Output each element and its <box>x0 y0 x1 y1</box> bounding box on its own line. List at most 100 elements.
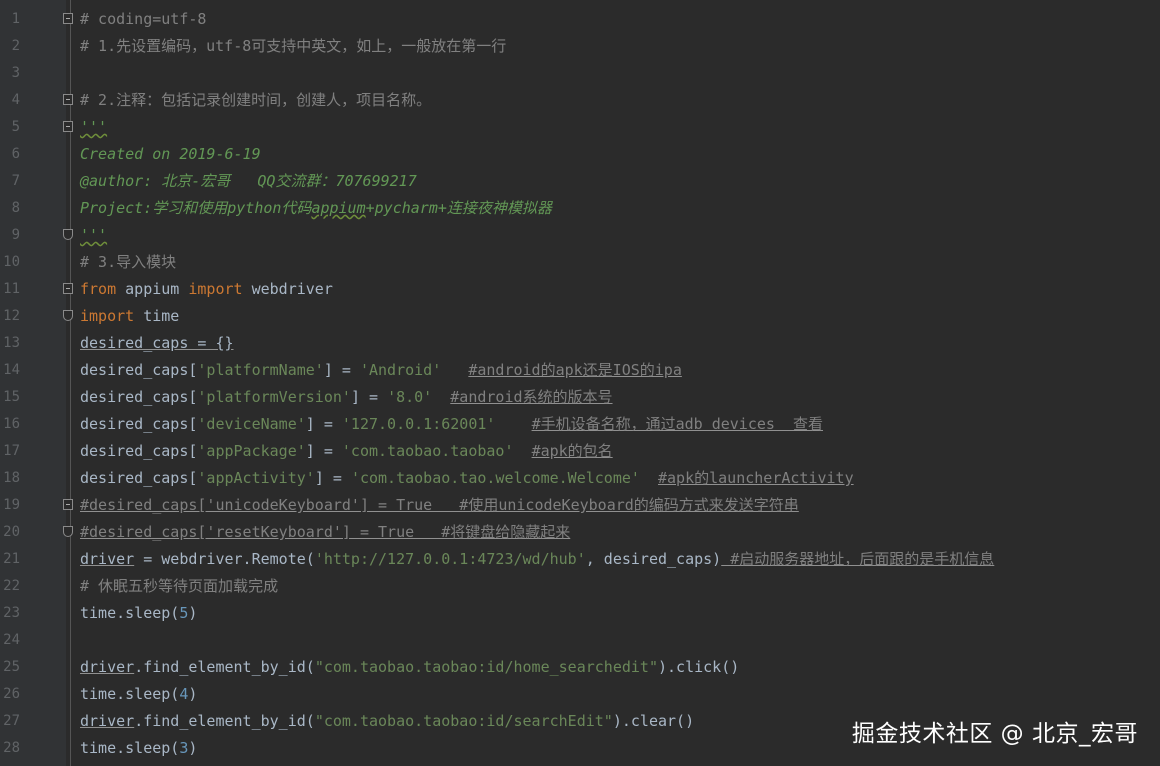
code-token: # coding=utf-8 <box>80 10 207 28</box>
line-number: 2 <box>11 38 20 54</box>
code-text[interactable]: # 3.导入模块 <box>80 249 176 276</box>
code-line[interactable]: 7 @author: 北京-宏哥 QQ交流群：707699217 <box>0 168 1160 195</box>
line-number: 4 <box>11 92 20 108</box>
code-line[interactable]: 15 desired_caps['platformVersion'] = '8.0… <box>0 384 1160 411</box>
code-token: # 3.导入模块 <box>80 253 177 271</box>
code-line[interactable]: 23 time.sleep(5) <box>0 600 1160 627</box>
code-text[interactable]: ''' <box>80 114 107 141</box>
code-text[interactable]: driver.find_element_by_id("com.taobao.ta… <box>80 654 739 681</box>
code-line[interactable]: 11 from appium import webdriver <box>0 276 1160 303</box>
code-token: 'platformName' <box>197 361 324 379</box>
fold-toggle-icon[interactable] <box>63 121 73 132</box>
fold-toggle-icon[interactable] <box>63 13 73 24</box>
code-token: ).click() <box>657 658 740 676</box>
line-number: 20 <box>3 524 20 540</box>
code-line[interactable]: 16 desired_caps['deviceName'] = '127.0.0.… <box>0 411 1160 438</box>
code-line[interactable]: 6 Created on 2019-6-19 <box>0 141 1160 168</box>
fold-toggle-icon[interactable] <box>63 94 73 105</box>
code-text[interactable]: desired_caps['appPackage'] = 'com.taobao… <box>80 438 613 465</box>
code-token: #apk的包名 <box>531 442 613 460</box>
line-number: 11 <box>3 281 20 297</box>
code-line[interactable]: 22 # 休眠五秒等待页面加载完成 <box>0 573 1160 600</box>
code-text[interactable]: desired_caps = {} <box>80 330 234 357</box>
code-token: ) <box>188 604 198 622</box>
line-number: 22 <box>3 578 20 594</box>
code-token: driver <box>80 658 135 676</box>
code-line[interactable]: 10 # 3.导入模块 <box>0 249 1160 276</box>
code-token: desired_caps[ <box>80 442 198 460</box>
code-text[interactable]: desired_caps['platformName'] = 'Android'… <box>80 357 682 384</box>
fold-toggle-icon[interactable] <box>63 499 73 510</box>
code-text[interactable]: # 1.先设置编码，utf-8可支持中英文，如上，一般放在第一行 <box>80 33 506 60</box>
code-line[interactable]: 2 # 1.先设置编码，utf-8可支持中英文，如上，一般放在第一行 <box>0 33 1160 60</box>
line-number: 16 <box>3 416 20 432</box>
line-number: 5 <box>11 119 20 135</box>
code-text[interactable]: driver.find_element_by_id("com.taobao.ta… <box>80 708 694 735</box>
line-number: 13 <box>3 335 20 351</box>
code-token: appium <box>311 199 366 217</box>
code-line[interactable]: 17 desired_caps['appPackage'] = 'com.taob… <box>0 438 1160 465</box>
code-text[interactable]: time.sleep(5) <box>80 600 197 627</box>
code-text[interactable]: # 休眠五秒等待页面加载完成 <box>80 573 278 600</box>
code-token: import <box>80 307 135 325</box>
code-text[interactable]: #desired_caps['resetKeyboard'] = True #将… <box>80 519 570 546</box>
code-token: #android系统的版本号 <box>450 388 613 406</box>
code-line[interactable]: 3 <box>0 60 1160 87</box>
code-line[interactable]: 26 time.sleep(4) <box>0 681 1160 708</box>
fold-end-marker-icon[interactable] <box>63 310 73 321</box>
code-text[interactable]: time.sleep(3) <box>80 735 197 762</box>
code-token: +pycharm+连接夜神模拟器 <box>365 199 552 217</box>
code-line[interactable]: 9 ''' <box>0 222 1160 249</box>
code-text[interactable]: Created on 2019-6-19 <box>80 141 261 168</box>
code-lines[interactable]: 1 # coding=utf-8 2 # 1.先设置编码，utf-8可支持中英文，如上… <box>0 6 1160 762</box>
code-token: ''' <box>80 118 108 136</box>
fold-end-marker-icon[interactable] <box>63 526 73 537</box>
code-line[interactable]: 8 Project:学习和使用python代码appium+pycharm+连接夜… <box>0 195 1160 222</box>
code-text[interactable]: desired_caps['appActivity'] = 'com.taoba… <box>80 465 854 492</box>
code-line[interactable]: 21 driver = webdriver.Remote('http://127.… <box>0 546 1160 573</box>
code-line[interactable]: 24 <box>0 627 1160 654</box>
code-line[interactable]: 12 import time <box>0 303 1160 330</box>
fold-end-marker-icon[interactable] <box>63 229 73 240</box>
code-token: ) <box>188 685 198 703</box>
code-token: ''' <box>80 226 108 244</box>
code-text[interactable]: # coding=utf-8 <box>80 6 206 33</box>
line-number: 7 <box>11 173 20 189</box>
code-line[interactable]: 18 desired_caps['appActivity'] = 'com.tao… <box>0 465 1160 492</box>
code-line[interactable]: 20 #desired_caps['resetKeyboard'] = True … <box>0 519 1160 546</box>
code-token: time <box>134 307 180 325</box>
code-text[interactable]: @author: 北京-宏哥 QQ交流群：707699217 <box>80 168 417 195</box>
code-line[interactable]: 1 # coding=utf-8 <box>0 6 1160 33</box>
code-line[interactable]: 4 # 2.注释：包括记录创建时间，创建人，项目名称。 <box>0 87 1160 114</box>
code-token: .find_element_by_id( <box>134 712 315 730</box>
code-token: #android的apk还是IOS的ipa <box>468 361 682 379</box>
code-line[interactable]: 19 #desired_caps['unicodeKeyboard'] = Tru… <box>0 492 1160 519</box>
code-text[interactable]: # 2.注释：包括记录创建时间，创建人，项目名称。 <box>80 87 431 114</box>
line-number: 23 <box>3 605 20 621</box>
code-text[interactable]: #desired_caps['unicodeKeyboard'] = True … <box>80 492 799 519</box>
code-token: ) <box>188 739 198 757</box>
code-text[interactable]: desired_caps['deviceName'] = '127.0.0.1:… <box>80 411 823 438</box>
code-editor[interactable]: 1 # coding=utf-8 2 # 1.先设置编码，utf-8可支持中英文，如上… <box>0 0 1160 766</box>
code-text[interactable]: from appium import webdriver <box>80 276 333 303</box>
code-token: #启动服务器地址，后面跟的是手机信息 <box>721 550 995 568</box>
code-token: driver <box>80 550 135 568</box>
code-text[interactable]: driver = webdriver.Remote('http://127.0.… <box>80 546 994 573</box>
code-line[interactable]: 13 desired_caps = {} <box>0 330 1160 357</box>
code-token: ] = <box>305 442 342 460</box>
code-text[interactable]: time.sleep(4) <box>80 681 197 708</box>
code-text[interactable]: import time <box>80 303 179 330</box>
code-text[interactable]: ''' <box>80 222 107 249</box>
fold-toggle-icon[interactable] <box>63 283 73 294</box>
code-text[interactable]: desired_caps['platformVersion'] = '8.0' … <box>80 384 613 411</box>
line-number: 8 <box>11 200 20 216</box>
code-line[interactable]: 5 ''' <box>0 114 1160 141</box>
code-line[interactable]: 14 desired_caps['platformName'] = 'Androi… <box>0 357 1160 384</box>
code-line[interactable]: 25 driver.find_element_by_id("com.taobao.… <box>0 654 1160 681</box>
code-token: 'platformVersion' <box>197 388 351 406</box>
line-number: 6 <box>11 146 20 162</box>
code-text[interactable]: Project:学习和使用python代码appium+pycharm+连接夜神… <box>80 195 552 222</box>
code-token: desired_caps[ <box>80 361 198 379</box>
